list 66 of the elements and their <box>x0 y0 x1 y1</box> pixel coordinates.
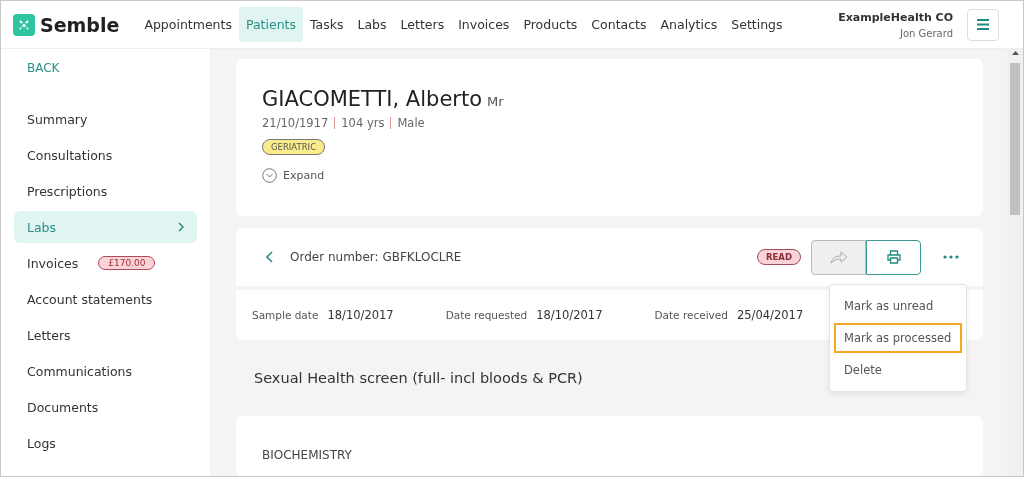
brand-name: Semble <box>40 13 120 36</box>
logo-icon <box>13 13 35 36</box>
more-icon <box>943 255 959 259</box>
back-link[interactable]: BACK <box>14 61 197 77</box>
test-name: Sexual Health screen (full- incl bloods & PCR) <box>253 369 584 388</box>
section-heading: BIOCHEMISTRY <box>262 448 352 462</box>
nav-tab[interactable]: Invoices <box>451 7 517 42</box>
printer-icon <box>886 250 901 264</box>
sidebar-label: Prescriptions <box>27 183 108 199</box>
sidebar-item[interactable]: Communications <box>14 355 197 387</box>
chevron-right-icon <box>178 222 184 232</box>
share-arrow-icon <box>829 250 848 264</box>
menu-item[interactable]: Mark as unread <box>834 291 962 321</box>
sidebar-item[interactable]: Consultations <box>14 139 197 171</box>
nav-tab[interactable]: Appointments <box>137 7 239 42</box>
sidebar-item[interactable]: Logs <box>14 427 197 459</box>
sidebar-item[interactable]: Letters <box>14 319 197 351</box>
nav-tab[interactable]: Contacts <box>584 7 654 42</box>
menu-button[interactable] <box>967 8 999 41</box>
patient-title: Mr <box>487 94 504 109</box>
scrollbar-thumb[interactable] <box>1010 63 1020 215</box>
menu-item[interactable]: Delete <box>834 355 962 385</box>
nav-tab[interactable]: Analytics <box>653 7 725 42</box>
nav-tab[interactable]: Labs <box>350 7 394 42</box>
date-label: Sample date <box>252 309 319 321</box>
sidebar-item[interactable]: Prescriptions <box>14 175 197 207</box>
status-badge: READ <box>757 249 801 265</box>
nav-tab[interactable]: Tasks <box>303 7 351 42</box>
nav-tab[interactable]: Letters <box>393 7 452 42</box>
date-value: 18/10/2017 <box>536 308 603 322</box>
patient-tag: GERIATRIC <box>262 139 326 155</box>
menu-item[interactable]: Mark as processed <box>834 323 962 353</box>
order-number: Order number: GBFKLOCLRE <box>290 250 463 264</box>
sidebar-label: Logs <box>27 435 56 451</box>
sidebar-item[interactable]: Summary <box>14 103 197 135</box>
sidebar-label: Account statements <box>27 291 153 307</box>
sidebar-label: Communications <box>27 363 133 379</box>
amount-badge: £170.00 <box>98 256 156 270</box>
date-value: 25/04/2017 <box>736 308 804 322</box>
patient-sex: Male <box>397 116 425 130</box>
expand-button[interactable]: Expand <box>262 168 325 183</box>
menu-icon <box>977 19 989 30</box>
scroll-up-icon[interactable] <box>1011 51 1019 55</box>
nav-tab[interactable]: Products <box>516 7 585 42</box>
sidebar-label: Letters <box>27 327 71 343</box>
nav-tab[interactable]: Settings <box>724 7 790 42</box>
sidebar-label: Summary <box>27 111 88 127</box>
date-of-birth: 21/10/1917 <box>262 116 329 130</box>
back-chevron-icon[interactable] <box>266 251 274 263</box>
sidebar-label: Labs <box>27 219 57 235</box>
patient-name: GIACOMETTI, Alberto <box>262 87 483 111</box>
date-label: Date requested <box>445 309 528 321</box>
date-label: Date received <box>654 309 728 321</box>
sidebar-label: Documents <box>27 399 99 415</box>
chevron-down-icon <box>262 168 277 183</box>
date-value: 18/10/2017 <box>327 308 394 322</box>
sidebar-label: Invoices <box>27 255 79 271</box>
sidebar-label: Consultations <box>27 147 113 163</box>
sidebar-item[interactable]: Labs <box>14 211 197 243</box>
sidebar-item[interactable]: Account statements <box>14 283 197 315</box>
sidebar-item[interactable]: Invoices £170.00 <box>14 247 197 279</box>
print-button[interactable] <box>866 239 921 275</box>
user-name: Jon Gerard <box>900 27 953 39</box>
sidebar-item[interactable]: Documents <box>14 391 197 423</box>
organisation-name: ExampleHealth CO <box>838 10 953 24</box>
patient-age: 104 yrs <box>341 116 385 130</box>
